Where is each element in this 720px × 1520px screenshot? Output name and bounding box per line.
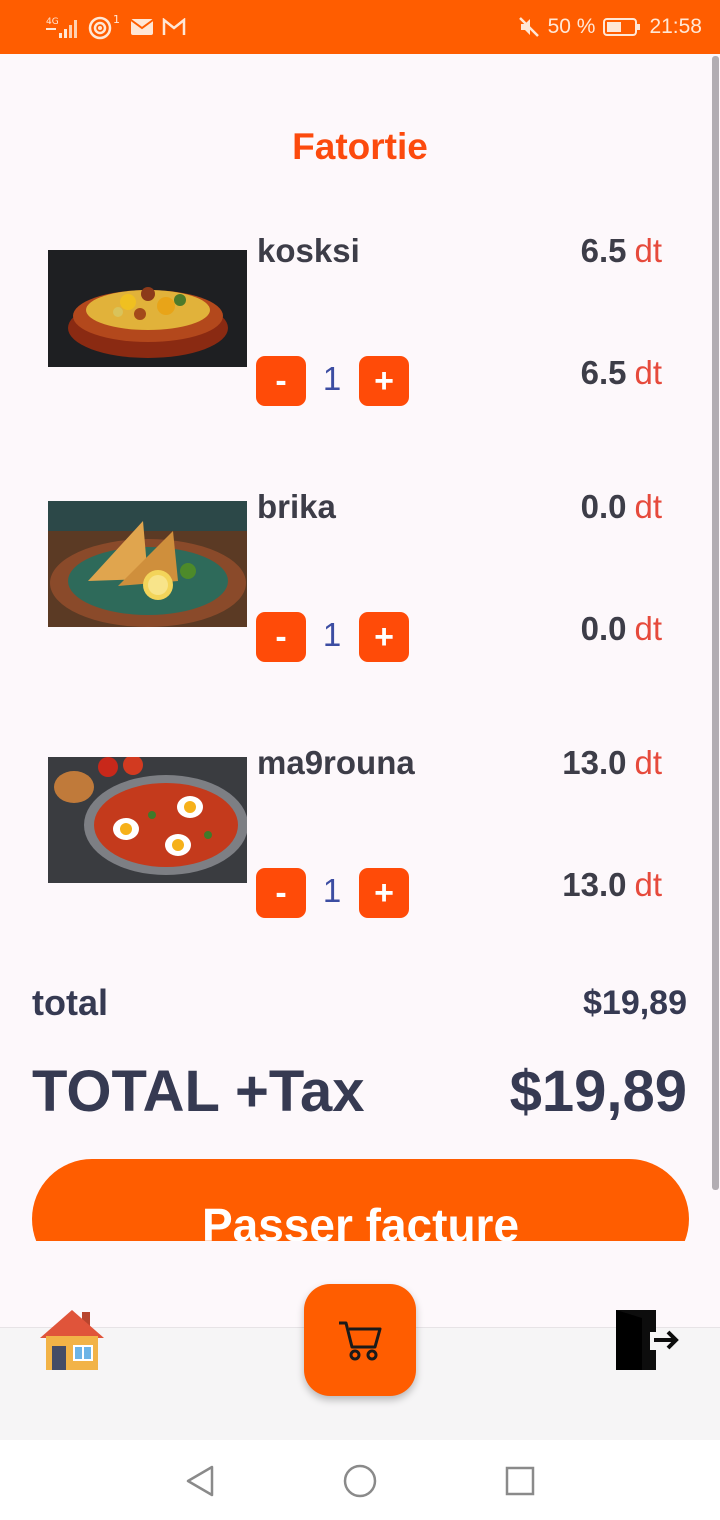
battery-percent: 50 % (547, 15, 596, 38)
mute-icon (518, 16, 540, 38)
svg-text:4G: 4G (46, 17, 59, 27)
decrease-quantity-button[interactable]: - (256, 612, 306, 662)
system-recents-button[interactable] (497, 1458, 543, 1504)
couscous-dish-image (48, 250, 247, 367)
signal-icon: 4G (46, 15, 80, 39)
status-right-icons: 50 % 21:58 (518, 12, 702, 42)
recents-square-icon (505, 1466, 535, 1496)
back-triangle-icon (186, 1465, 214, 1497)
system-navigation-bar (0, 1440, 720, 1520)
increase-quantity-button[interactable]: + (359, 612, 409, 662)
total-label: total (32, 982, 108, 1023)
quantity-value: 1 (322, 616, 342, 653)
battery-icon (603, 17, 641, 37)
logout-button[interactable] (612, 1304, 684, 1374)
system-back-button[interactable] (177, 1458, 223, 1504)
item-unit-price: 0.0 dt (580, 488, 662, 525)
quantity-value: 1 (322, 872, 342, 909)
total-tax-value: $19,89 (509, 1059, 687, 1124)
cart-item: ma9rouna 13.0 dt - 1 + 13.0 dt (0, 744, 700, 944)
shakshuka-pan-image (48, 757, 247, 883)
increase-quantity-button[interactable]: + (359, 356, 409, 406)
cart-item: brika 0.0 dt - 1 + 0.0 dt (0, 488, 700, 688)
checkout-button-container: Passer facture (32, 1159, 689, 1241)
item-name: ma9rouna (257, 744, 415, 781)
total-tax-label: TOTAL +Tax (32, 1059, 365, 1124)
hotspot-icon: 1 (88, 14, 122, 40)
status-bar: 4G 1 50 % 21:58 (0, 0, 720, 54)
increase-quantity-button[interactable]: + (359, 868, 409, 918)
quantity-value: 1 (322, 360, 342, 397)
page-title: Fatortie (292, 126, 428, 167)
total-value: $19,89 (583, 984, 687, 1022)
decrease-quantity-button[interactable]: - (256, 868, 306, 918)
checkout-button[interactable]: Passer facture (32, 1159, 689, 1241)
system-home-button[interactable] (337, 1458, 383, 1504)
cart-item: kosksi 6.5 dt - 1 + 6.5 dt (0, 232, 700, 432)
logout-door-icon (616, 1310, 679, 1370)
item-line-price: 13.0 dt (562, 866, 662, 903)
home-button[interactable] (38, 1306, 106, 1374)
item-unit-price: 13.0 dt (562, 744, 662, 781)
gmail-icon (162, 18, 186, 36)
item-name: brika (257, 488, 336, 525)
house-icon (40, 1310, 104, 1370)
item-line-price: 0.0 dt (580, 610, 662, 647)
cart-button[interactable] (304, 1284, 416, 1396)
home-circle-icon (343, 1464, 377, 1498)
brik-pastry-image (48, 501, 247, 627)
status-left-icons: 4G 1 (46, 12, 186, 42)
mail-icon (130, 18, 154, 36)
clock: 21:58 (649, 15, 702, 38)
decrease-quantity-button[interactable]: - (256, 356, 306, 406)
svg-text:1: 1 (113, 14, 120, 26)
item-name: kosksi (257, 232, 360, 269)
shopping-cart-icon (339, 1321, 382, 1361)
item-line-price: 6.5 dt (580, 354, 662, 391)
item-unit-price: 6.5 dt (580, 232, 662, 269)
scrollbar[interactable] (712, 56, 719, 1190)
